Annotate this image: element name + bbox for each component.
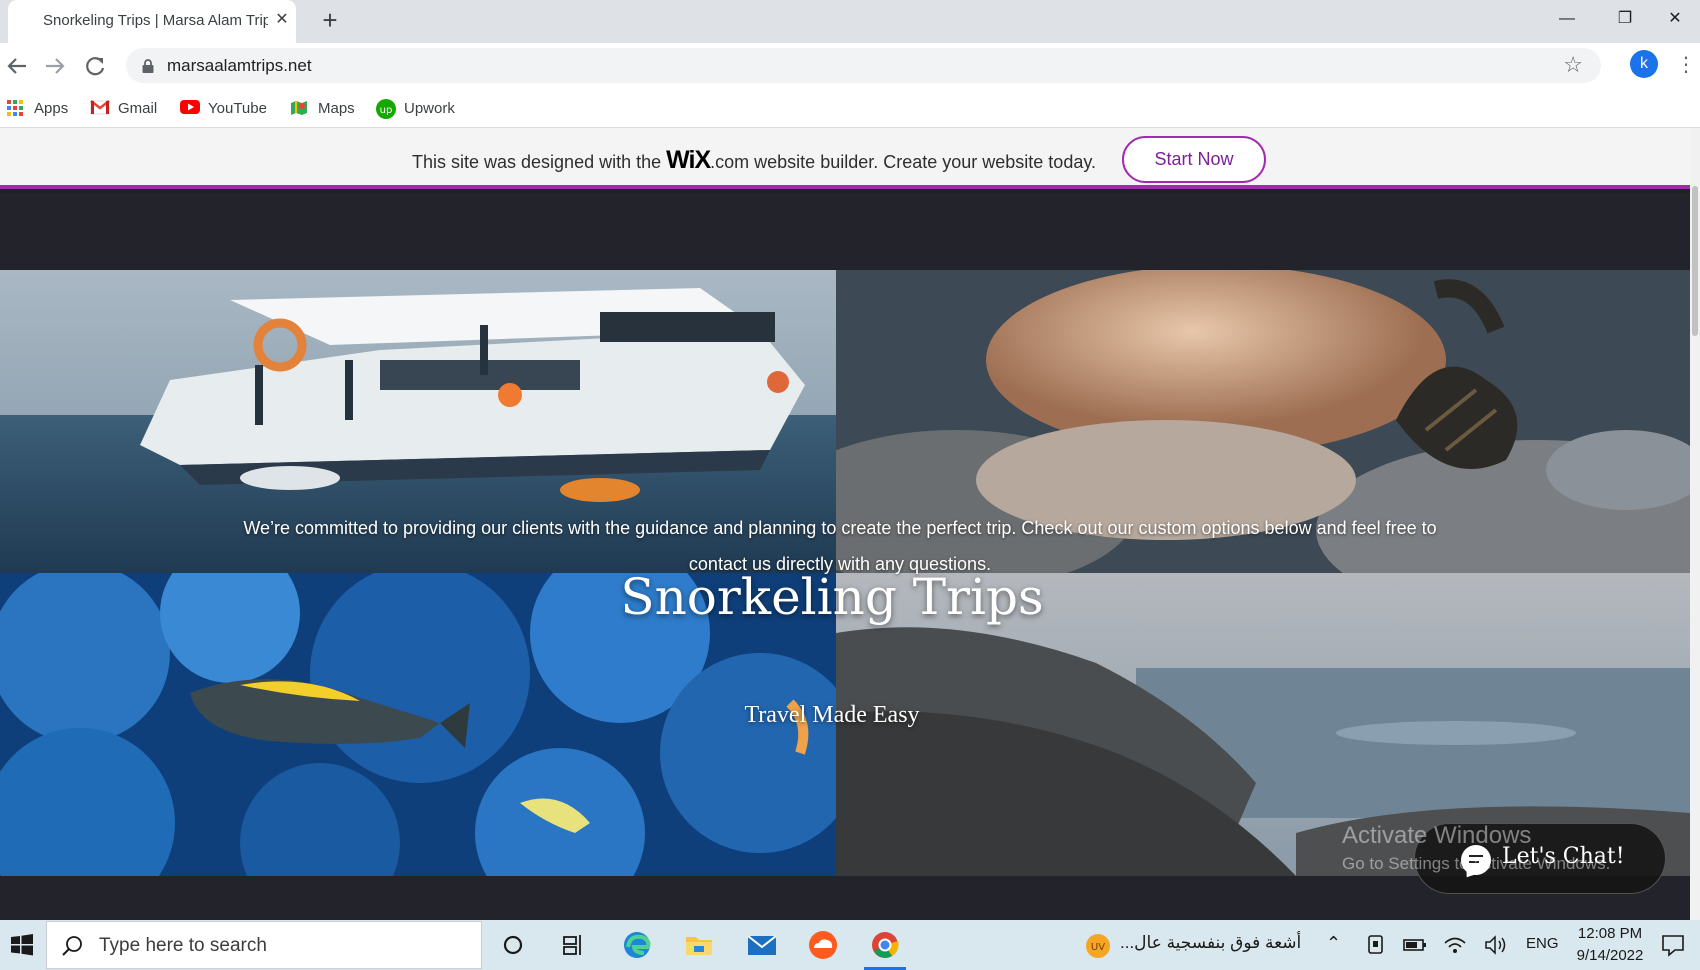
bookmark-label: Maps bbox=[318, 99, 355, 117]
header-strip bbox=[0, 193, 1690, 270]
search-placeholder: Type here to search bbox=[99, 935, 267, 956]
minimize-button[interactable]: — bbox=[1538, 0, 1596, 38]
profile-avatar[interactable]: k bbox=[1630, 50, 1658, 78]
battery-icon[interactable] bbox=[1402, 932, 1428, 964]
bookmark-gmail[interactable]: Gmail bbox=[90, 97, 157, 119]
page-scrollbar[interactable] bbox=[1690, 128, 1700, 920]
bookmark-youtube[interactable]: YouTube bbox=[180, 97, 267, 119]
back-arrow-icon[interactable] bbox=[2, 51, 32, 81]
soundcloud-icon[interactable] bbox=[806, 929, 840, 961]
bookmark-apps[interactable]: Apps bbox=[6, 97, 68, 119]
apps-grid-icon bbox=[6, 99, 24, 117]
chrome-icon[interactable] bbox=[864, 929, 906, 970]
bookmark-label: Apps bbox=[34, 99, 69, 117]
forward-arrow-icon[interactable] bbox=[40, 51, 70, 81]
wix-banner-text: This site was designed with the WiX.com … bbox=[412, 146, 1097, 174]
volume-icon[interactable] bbox=[1482, 932, 1508, 964]
lock-icon bbox=[140, 58, 156, 74]
scrollbar-thumb[interactable] bbox=[1692, 186, 1698, 336]
cortana-icon[interactable] bbox=[496, 929, 530, 961]
reload-icon[interactable] bbox=[80, 51, 110, 81]
browser-toolbar: marsaalamtrips.net ☆ k ⋮ bbox=[0, 43, 1700, 88]
youtube-icon bbox=[180, 99, 200, 117]
hero-description: We’re committed to providing our clients… bbox=[243, 518, 1437, 574]
tab-title: Snorkeling Trips | Marsa Alam Trips bbox=[43, 12, 268, 29]
search-icon bbox=[62, 936, 82, 956]
wix-banner: This site was designed with the WiX.com … bbox=[0, 128, 1690, 189]
bookmark-star-icon[interactable]: ☆ bbox=[1563, 52, 1583, 78]
browser-tab[interactable]: Snorkeling Trips | Marsa Alam Trips ✕ bbox=[8, 0, 296, 43]
url-text: marsaalamtrips.net bbox=[167, 56, 312, 75]
gmail-icon bbox=[90, 99, 110, 117]
close-tab-icon[interactable]: ✕ bbox=[271, 9, 293, 31]
edge-browser-icon[interactable] bbox=[620, 929, 654, 961]
upwork-icon: up bbox=[376, 99, 396, 119]
new-tab-button[interactable]: + bbox=[316, 7, 344, 35]
file-explorer-icon[interactable] bbox=[682, 929, 716, 961]
bookmark-label: YouTube bbox=[208, 99, 267, 117]
mail-icon[interactable] bbox=[745, 929, 779, 961]
news-widget-text[interactable]: أشعة فوق بنفسجية عال... bbox=[1120, 933, 1301, 953]
bookmark-label: Gmail bbox=[118, 99, 158, 117]
wix-logo: WiX bbox=[666, 146, 711, 174]
svg-text:UV: UV bbox=[1091, 942, 1105, 953]
bookmark-maps[interactable]: Maps bbox=[290, 97, 355, 119]
show-hidden-icons-chevron[interactable]: ⌃ bbox=[1326, 933, 1341, 954]
meet-now-icon[interactable] bbox=[1364, 932, 1388, 964]
wifi-icon[interactable] bbox=[1442, 932, 1468, 964]
taskbar-search-box[interactable]: Type here to search bbox=[46, 921, 482, 969]
close-window-button[interactable]: ✕ bbox=[1646, 0, 1700, 38]
tab-strip: Snorkeling Trips | Marsa Alam Trips ✕ + … bbox=[0, 0, 1700, 43]
activate-windows-watermark: Activate Windows Go to Settings to activ… bbox=[1342, 822, 1611, 873]
hero-subtitle: Travel Made Easy bbox=[744, 702, 920, 728]
address-bar[interactable]: marsaalamtrips.net ☆ bbox=[126, 48, 1601, 83]
notification-center-icon[interactable] bbox=[1658, 931, 1688, 963]
bookmark-label: Upwork bbox=[404, 99, 455, 117]
menu-dots-icon[interactable]: ⋮ bbox=[1676, 51, 1696, 79]
task-view-icon[interactable] bbox=[556, 929, 590, 961]
bookmark-upwork[interactable]: up Upwork bbox=[376, 97, 455, 119]
language-indicator[interactable]: ENG bbox=[1526, 935, 1559, 952]
svg-text:up: up bbox=[380, 105, 393, 116]
bookmarks-bar: Apps Gmail YouTube Maps up Upwork bbox=[0, 88, 1700, 128]
clock-time[interactable]: 12:08 PM bbox=[1575, 925, 1645, 942]
weather-uv-icon[interactable]: UV bbox=[1084, 932, 1118, 964]
taskbar: Type here to search UV أشعة فوق بنفسجية … bbox=[0, 920, 1700, 970]
windows-start-icon[interactable] bbox=[0, 920, 44, 970]
clock-date[interactable]: 9/14/2022 bbox=[1575, 947, 1645, 964]
start-now-button[interactable]: Start Now bbox=[1122, 136, 1266, 183]
maps-icon bbox=[290, 99, 308, 117]
